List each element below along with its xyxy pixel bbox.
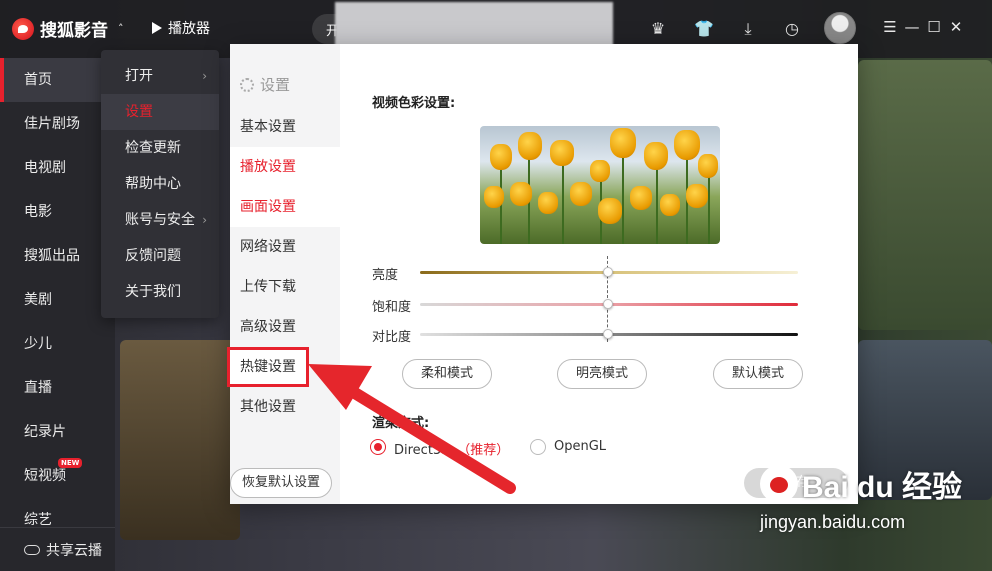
saturation-slider-knob[interactable] xyxy=(603,299,613,309)
skin-icon[interactable]: 👕 xyxy=(693,18,715,40)
color-section-title: 视频色彩设置: xyxy=(372,96,456,111)
close-icon[interactable]: ✕ xyxy=(946,18,966,36)
settings-content: 视频色彩设置: 亮度 饱和度 对比度 柔和模式 明亮模式 默认模式 渲染方式: … xyxy=(340,44,858,504)
gear-icon xyxy=(240,77,254,92)
settings-tab-picture[interactable]: 画面设置 xyxy=(230,187,340,227)
baidu-watermark: Bai du 经验 jingyan.baidu.com xyxy=(760,462,985,562)
app-title: 搜狐影音 xyxy=(40,21,108,41)
brightness-slider-knob[interactable] xyxy=(603,267,613,277)
nav-item-documentary[interactable]: 纪录片 xyxy=(0,410,115,454)
settings-dialog: 设置 基本设置 播放设置 画面设置 网络设置 上传下载 高级设置 热键设置 其他… xyxy=(227,44,858,504)
chevron-right-icon: › xyxy=(202,69,207,83)
player-button[interactable]: 播放器 xyxy=(152,18,210,38)
crown-icon[interactable]: ♛ xyxy=(647,18,669,40)
nav-item-short-video[interactable]: 短视频 NEW xyxy=(0,454,115,498)
minimize-icon[interactable]: — xyxy=(902,18,922,36)
maximize-icon[interactable]: ☐ xyxy=(924,18,944,36)
download-icon[interactable]: ⤓ xyxy=(737,18,759,40)
default-mode-button[interactable]: 默认模式 xyxy=(713,359,803,389)
watermark-brand: Bai du 经验 xyxy=(760,462,985,506)
render-section-title: 渲染方式: xyxy=(372,416,430,431)
menu-item-open[interactable]: 打开 › xyxy=(101,58,219,94)
chevron-right-icon: › xyxy=(202,213,207,227)
watermark-url: jingyan.baidu.com xyxy=(760,512,906,532)
menu-item-settings[interactable]: 设置 xyxy=(101,94,219,130)
nav-item-home[interactable]: 首页 xyxy=(0,58,115,102)
menu-item-help[interactable]: 帮助中心 xyxy=(101,166,219,202)
contrast-label: 对比度 xyxy=(372,330,412,345)
player-label: 播放器 xyxy=(168,21,210,37)
settings-tab-advanced[interactable]: 高级设置 xyxy=(230,307,340,347)
menu-item-about[interactable]: 关于我们 xyxy=(101,274,219,310)
settings-tab-upload-download[interactable]: 上传下载 xyxy=(230,267,340,307)
direct3d-label: Direct3D xyxy=(394,443,452,458)
nav-item-variety[interactable]: 综艺 xyxy=(0,498,115,527)
left-nav: 首页 佳片剧场 电视剧 电影 搜狐出品 美剧 少儿 直播 纪录片 短视频 NEW… xyxy=(0,58,115,571)
opengl-label[interactable]: OpenGL xyxy=(554,439,606,454)
brightness-label: 亮度 xyxy=(372,268,399,283)
nav-item-kids[interactable]: 少儿 xyxy=(0,322,115,366)
color-preview-image xyxy=(480,126,720,244)
content-tile xyxy=(858,60,992,330)
settings-tab-playback[interactable]: 播放设置 xyxy=(230,147,340,187)
nav-item-theater[interactable]: 佳片剧场 xyxy=(0,102,115,146)
paw-logo-icon xyxy=(760,465,798,503)
settings-tab-other[interactable]: 其他设置 xyxy=(230,387,340,427)
app-logo[interactable]: 搜狐影音 ˄ xyxy=(12,16,124,41)
play-icon xyxy=(152,22,162,34)
nav-item-us-drama[interactable]: 美剧 xyxy=(0,278,115,322)
content-tile xyxy=(120,340,240,540)
bright-mode-button[interactable]: 明亮模式 xyxy=(557,359,647,389)
shared-cloud-button[interactable]: 共享云播 xyxy=(0,527,115,571)
cloud-icon xyxy=(24,544,40,555)
avatar[interactable] xyxy=(824,12,856,44)
caret-up-icon: ˄ xyxy=(118,22,124,35)
opengl-radio[interactable] xyxy=(530,439,546,455)
saturation-label: 饱和度 xyxy=(372,300,412,315)
settings-sidebar: 设置 基本设置 播放设置 画面设置 网络设置 上传下载 高级设置 热键设置 其他… xyxy=(227,44,340,504)
settings-tab-hotkeys[interactable]: 热键设置 xyxy=(227,347,309,387)
menu-item-feedback[interactable]: 反馈问题 xyxy=(101,238,219,274)
new-badge: NEW xyxy=(58,458,83,468)
recommended-note: （推荐） xyxy=(457,443,510,458)
menu-item-check-update[interactable]: 检查更新 xyxy=(101,130,219,166)
nav-item-live[interactable]: 直播 xyxy=(0,366,115,410)
soft-mode-button[interactable]: 柔和模式 xyxy=(402,359,492,389)
nav-item-sohu-original[interactable]: 搜狐出品 xyxy=(0,234,115,278)
nav-item-tv[interactable]: 电视剧 xyxy=(0,146,115,190)
main-menu-dropdown: 打开 › 设置 检查更新 帮助中心 账号与安全 › 反馈问题 关于我们 xyxy=(101,50,219,318)
settings-title: 设置 xyxy=(260,76,291,94)
settings-header: 设置 xyxy=(240,74,290,95)
sohu-logo-icon xyxy=(12,17,34,40)
shared-cloud-label: 共享云播 xyxy=(46,542,102,559)
settings-tab-basic[interactable]: 基本设置 xyxy=(230,107,340,147)
direct3d-option[interactable]: Direct3D （推荐） xyxy=(394,439,509,458)
reset-defaults-button[interactable]: 恢复默认设置 xyxy=(230,468,332,498)
menu-icon[interactable]: ☰ xyxy=(880,18,900,36)
contrast-slider-knob[interactable] xyxy=(603,329,613,339)
direct3d-radio[interactable] xyxy=(370,439,386,455)
settings-tab-network[interactable]: 网络设置 xyxy=(230,227,340,267)
nav-item-movie[interactable]: 电影 xyxy=(0,190,115,234)
history-icon[interactable]: ◷ xyxy=(781,18,803,40)
menu-item-account-security[interactable]: 账号与安全 › xyxy=(101,202,219,238)
